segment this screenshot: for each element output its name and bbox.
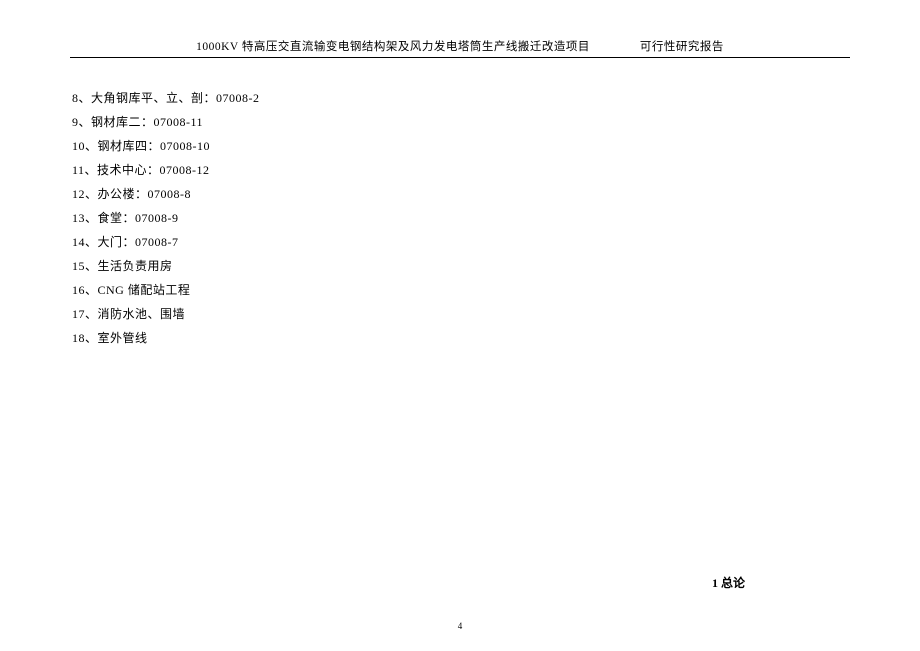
header-subtitle: 可行性研究报告 — [640, 38, 724, 54]
list-item: 9、钢材库二：07008-11 — [72, 110, 850, 134]
list-item: 8、大角钢库平、立、剖：07008-2 — [72, 86, 850, 110]
list-item: 13、食堂：07008-9 — [72, 206, 850, 230]
list-item: 10、钢材库四：07008-10 — [72, 134, 850, 158]
page-number: 4 — [458, 621, 463, 631]
list-item: 14、大门：07008-7 — [72, 230, 850, 254]
content-area: 8、大角钢库平、立、剖：07008-2 9、钢材库二：07008-11 10、钢… — [70, 86, 850, 350]
list-item: 16、CNG 储配站工程 — [72, 278, 850, 302]
list-item: 11、技术中心：07008-12 — [72, 158, 850, 182]
header-title: 1000KV 特高压交直流输变电钢结构架及风力发电塔筒生产线搬迁改造项目 — [196, 38, 590, 54]
document-page: 1000KV 特高压交直流输变电钢结构架及风力发电塔筒生产线搬迁改造项目 可行性… — [0, 0, 920, 651]
list-item: 12、办公楼：07008-8 — [72, 182, 850, 206]
list-item: 17、消防水池、围墙 — [72, 302, 850, 326]
section-heading: 1 总论 — [712, 574, 745, 591]
list-item: 15、生活负责用房 — [72, 254, 850, 278]
list-item: 18、室外管线 — [72, 326, 850, 350]
page-header: 1000KV 特高压交直流输变电钢结构架及风力发电塔筒生产线搬迁改造项目 可行性… — [70, 38, 850, 58]
